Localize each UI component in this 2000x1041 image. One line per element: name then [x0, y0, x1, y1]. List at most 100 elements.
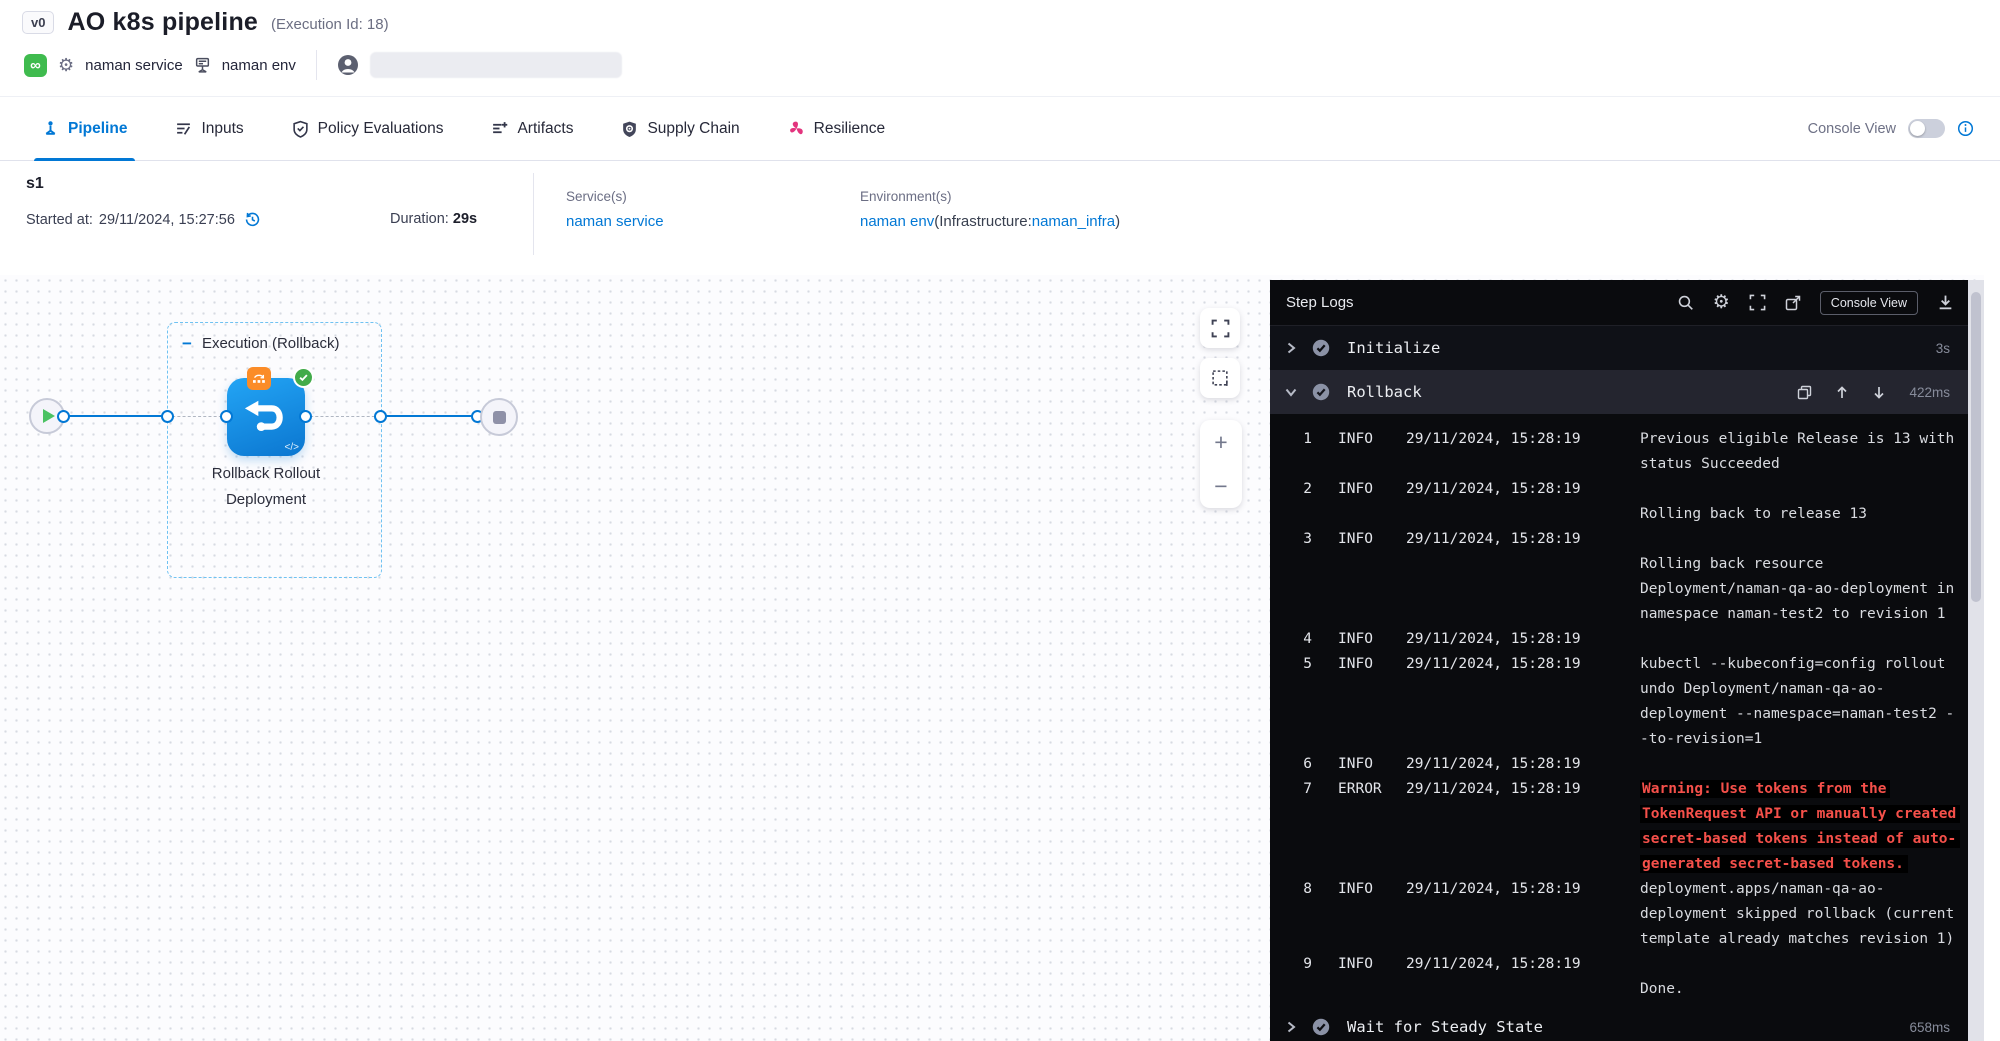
log-line: deployment skipped rollback (current — [1290, 901, 1968, 926]
environments-block: Environment(s) naman env(Infrastructure:… — [860, 189, 1120, 230]
log-section-wait-for-steady-state[interactable]: Wait for Steady State 658ms — [1270, 1005, 1968, 1041]
resilience-chaos-icon — [788, 120, 805, 137]
chevron-right-icon[interactable] — [1284, 1020, 1298, 1034]
section-title: Initialize — [1347, 339, 1440, 357]
log-line: generated secret-based tokens. — [1290, 851, 1968, 876]
inputs-icon — [175, 120, 192, 137]
stage-name: s1 — [26, 175, 44, 193]
section-title: Wait for Steady State — [1347, 1018, 1543, 1036]
artifacts-icon — [491, 120, 508, 137]
scroll-to-top-icon[interactable] — [1835, 385, 1849, 400]
log-line: -to-revision=1 — [1290, 726, 1968, 751]
log-line: 4INFO29/11/2024, 15:28:19 — [1290, 626, 1968, 651]
tab-label: Inputs — [201, 120, 243, 138]
step-logs-panel: Step Logs ⚙ — [1270, 280, 1984, 1041]
pipeline-icon — [42, 120, 59, 137]
log-settings-gear-icon[interactable]: ⚙ — [1713, 293, 1730, 312]
log-line: 1INFO29/11/2024, 15:28:19Previous eligib… — [1290, 426, 1968, 451]
section-success-icon — [1312, 1018, 1330, 1036]
page-title: AO k8s pipeline — [67, 8, 258, 37]
tab-inputs[interactable]: Inputs — [175, 97, 243, 160]
policy-shield-icon — [292, 120, 309, 138]
info-icon[interactable] — [1957, 120, 1974, 137]
started-label: Started at: — [26, 212, 93, 228]
log-scrollbar[interactable] — [1968, 280, 1984, 1041]
log-scrollbar-thumb[interactable] — [1971, 292, 1981, 602]
log-fullscreen-icon[interactable] — [1749, 294, 1766, 311]
section-duration: 658ms — [1909, 1020, 1950, 1035]
environment-link[interactable]: naman env — [860, 213, 934, 230]
tab-label: Resilience — [814, 120, 886, 138]
log-search-icon[interactable] — [1677, 294, 1694, 311]
header-divider — [316, 50, 317, 80]
console-view-button[interactable]: Console View — [1820, 291, 1918, 315]
step-logs-title: Step Logs — [1286, 294, 1354, 311]
version-badge: v0 — [22, 11, 54, 34]
tab-pipeline[interactable]: Pipeline — [42, 97, 127, 160]
tab-policy-evaluations[interactable]: Policy Evaluations — [292, 97, 444, 160]
infrastructure-link[interactable]: naman_infra — [1032, 213, 1115, 230]
stop-icon — [493, 411, 506, 424]
title-row: v0 AO k8s pipeline (Execution Id: 18) — [22, 8, 389, 37]
env-infra-prefix: (Infrastructure: — [934, 213, 1032, 230]
console-view-toggle[interactable] — [1908, 119, 1945, 138]
chevron-down-icon[interactable] — [1284, 385, 1298, 399]
copy-logs-icon[interactable] — [1797, 385, 1812, 400]
execution-id: (Execution Id: 18) — [271, 16, 389, 33]
marquee-select-button[interactable] — [1200, 358, 1240, 398]
log-line: 9INFO29/11/2024, 15:28:19 — [1290, 951, 1968, 976]
console-view-controls: Console View — [1808, 119, 1974, 138]
log-line: 8INFO29/11/2024, 15:28:19deployment.apps… — [1290, 876, 1968, 901]
tab-resilience[interactable]: Resilience — [788, 97, 886, 160]
zoom-out-button[interactable]: − — [1200, 464, 1242, 508]
port-start-out — [57, 410, 70, 423]
environments-label: Environment(s) — [860, 189, 1120, 204]
log-line: 6INFO29/11/2024, 15:28:19 — [1290, 751, 1968, 776]
edge-group-to-end — [380, 415, 480, 417]
rollout-step-badge-icon — [247, 367, 271, 390]
service-link[interactable]: naman service — [566, 213, 664, 230]
stage-divider — [533, 173, 534, 255]
log-line: TokenRequest API or manually created — [1290, 801, 1968, 826]
duration: Duration: 29s — [390, 211, 477, 227]
started-at: Started at: 29/11/2024, 15:27:56 — [26, 211, 261, 228]
open-in-new-tab-icon[interactable] — [1785, 295, 1801, 311]
log-lines: 1INFO29/11/2024, 15:28:19Previous eligib… — [1270, 414, 1968, 1005]
execution-header: v0 AO k8s pipeline (Execution Id: 18) ∞ … — [0, 0, 2000, 96]
chevron-right-icon[interactable] — [1284, 341, 1298, 355]
download-logs-icon[interactable] — [1937, 294, 1954, 311]
log-line: Done. — [1290, 976, 1968, 1001]
section-duration: 422ms — [1909, 385, 1950, 400]
edge-start-to-group — [63, 415, 167, 417]
execution-tab-bar: Pipeline Inputs Policy Evaluations Artif… — [0, 96, 2000, 161]
zoom-in-button[interactable]: + — [1200, 420, 1242, 464]
pipeline-end-node — [480, 398, 518, 436]
execution-history-icon[interactable] — [244, 211, 261, 228]
tab-label: Supply Chain — [647, 120, 739, 138]
environment-icon — [194, 57, 211, 74]
port-node-out — [299, 410, 312, 423]
supply-chain-shield-icon — [621, 120, 638, 138]
step-logs-header: Step Logs ⚙ — [1270, 280, 1968, 326]
log-line: template already matches revision 1) — [1290, 926, 1968, 951]
log-line: 7ERROR29/11/2024, 15:28:19Warning: Use t… — [1290, 776, 1968, 801]
section-title: Rollback — [1347, 383, 1422, 401]
section-success-icon — [1312, 339, 1330, 357]
group-title: Execution (Rollback) — [202, 335, 340, 352]
log-line: 3INFO29/11/2024, 15:28:19 — [1290, 526, 1968, 551]
log-section-rollback[interactable]: Rollback 422ms — [1270, 370, 1968, 414]
meta-row: ∞ ⚙ naman service naman env — [24, 50, 622, 80]
rollback-rollout-deployment-node[interactable]: </> — [227, 378, 305, 456]
user-avatar-icon — [337, 54, 359, 76]
section-duration: 3s — [1936, 341, 1950, 356]
log-line: status Succeeded — [1290, 451, 1968, 476]
collapse-group-icon[interactable]: − — [182, 339, 192, 349]
toggle-knob — [1910, 121, 1925, 136]
fit-to-screen-button[interactable] — [1200, 308, 1240, 348]
scroll-to-bottom-icon[interactable] — [1872, 385, 1886, 400]
stage-summary-bar: s1 Started at: 29/11/2024, 15:27:56 Dura… — [0, 161, 2000, 275]
tab-artifacts[interactable]: Artifacts — [491, 97, 573, 160]
tab-supply-chain[interactable]: Supply Chain — [621, 97, 739, 160]
log-section-initialize[interactable]: Initialize 3s — [1270, 326, 1968, 370]
log-line: deployment --namespace=naman-test2 - — [1290, 701, 1968, 726]
